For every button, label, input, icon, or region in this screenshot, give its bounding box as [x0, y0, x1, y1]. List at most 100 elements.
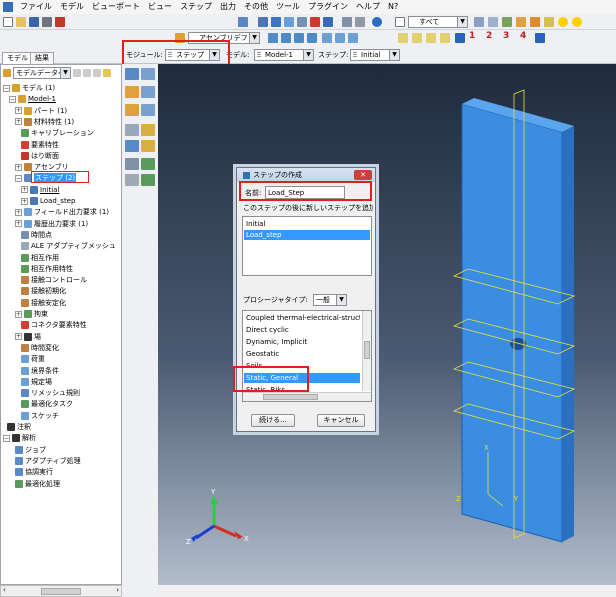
selection-filter-select[interactable]: すべて ▼ — [408, 16, 468, 28]
print-icon[interactable] — [42, 17, 52, 27]
tree-item-calibration[interactable]: キャリブレーション — [21, 128, 94, 138]
tree-item-load[interactable]: 荷重 — [21, 354, 45, 364]
tree-item-interaction[interactable]: 相互作用 — [21, 253, 59, 263]
collapse-icon[interactable]: − — [15, 174, 22, 182]
step-list[interactable]: Initial Load_step — [242, 216, 372, 276]
highlight-icon[interactable] — [516, 17, 526, 27]
menu-context-help[interactable]: N? — [384, 0, 402, 14]
adaptive-controls-icon[interactable] — [125, 140, 139, 152]
expand-icon[interactable]: + — [15, 118, 22, 126]
menu-plugins[interactable]: プラグイン — [304, 0, 352, 14]
tree-item-field[interactable]: + 場 — [15, 332, 41, 342]
render-icon[interactable] — [342, 17, 352, 27]
display-group-icon[interactable] — [530, 17, 540, 27]
triad-small-icon[interactable] — [535, 33, 545, 43]
perspective-icon[interactable] — [355, 17, 365, 27]
scroll-right-icon[interactable]: › — [116, 586, 119, 594]
plate-part[interactable] — [461, 98, 574, 543]
pan-icon[interactable] — [258, 17, 268, 27]
view-iso-icon[interactable] — [322, 33, 332, 43]
expand-icon[interactable]: + — [15, 333, 22, 341]
tree-item-job[interactable]: ジョブ — [15, 445, 46, 455]
tree-item-annotation[interactable]: 注釈 — [7, 422, 31, 432]
color-code-icon[interactable] — [544, 17, 554, 27]
cancel-button[interactable]: キャンセル — [317, 414, 365, 427]
tree-item-initial-step[interactable]: + Initial — [21, 185, 59, 195]
view-left-icon[interactable] — [294, 33, 304, 43]
dialog-close-button[interactable]: ✕ — [354, 170, 372, 180]
triad-icon[interactable] — [455, 33, 465, 43]
view-cycle-2-icon[interactable] — [412, 33, 422, 43]
menu-other[interactable]: その他 — [240, 0, 272, 14]
menu-file[interactable]: ファイル — [16, 0, 56, 14]
menu-tools[interactable]: ツール — [272, 0, 304, 14]
expand-icon[interactable]: + — [15, 163, 22, 171]
tree-item-load-step[interactable]: + Load_step — [21, 196, 75, 206]
list-item[interactable]: Coupled thermal-electrical-structural — [244, 313, 360, 323]
tree-item-history-output[interactable]: + 履歴出力要求 (1) — [15, 219, 88, 229]
collapse-icon[interactable]: − — [9, 95, 16, 103]
tree-item-profile[interactable]: はり断面 — [21, 151, 59, 161]
tree-item-sketch[interactable]: スケッチ — [21, 411, 59, 421]
grid-icon[interactable] — [238, 17, 248, 27]
expand-icon[interactable]: + — [21, 197, 28, 205]
flip-icon[interactable] — [323, 17, 333, 27]
view-manip-icon[interactable] — [572, 17, 582, 27]
tree-item-model[interactable]: − Model-1 — [9, 94, 56, 104]
highlight-tree-icon[interactable] — [103, 69, 111, 77]
procedure-type-select[interactable]: 一般 ▼ — [313, 294, 347, 306]
list-item[interactable]: Direct cyclic — [244, 325, 370, 335]
menu-help[interactable]: ヘルプ — [352, 0, 384, 14]
tree-item-field-output[interactable]: + フィールド出力要求 (1) — [15, 207, 109, 217]
step-select[interactable]: Initial ▼ — [350, 49, 400, 61]
time-points-icon[interactable] — [141, 124, 155, 136]
step-manager-icon[interactable] — [141, 68, 155, 80]
menu-view[interactable]: ビュー — [144, 0, 176, 14]
fit-view-icon[interactable] — [310, 17, 320, 27]
rotate-icon[interactable] — [271, 17, 281, 27]
sort-icon[interactable] — [73, 69, 81, 77]
procedure-list-vscroll[interactable] — [362, 311, 371, 391]
collapse-icon[interactable]: − — [3, 84, 10, 92]
zoom-icon[interactable] — [284, 17, 294, 27]
scroll-left-icon[interactable]: ‹ — [3, 586, 6, 594]
save-icon[interactable] — [29, 17, 39, 27]
adaptive-mesh-icon[interactable] — [125, 124, 139, 136]
tree-item-bc[interactable]: 境界条件 — [21, 366, 59, 376]
expand-icon[interactable]: + — [21, 186, 28, 194]
csys-icon[interactable] — [141, 158, 155, 170]
view-cycle-1-icon[interactable] — [398, 33, 408, 43]
view-number-2[interactable]: 2 — [486, 31, 492, 41]
viewport[interactable]: X Z Y Y X Z — [158, 64, 616, 597]
view-top-icon[interactable] — [335, 33, 345, 43]
menu-model[interactable]: モデル — [56, 0, 88, 14]
scroll-thumb[interactable] — [364, 341, 370, 359]
tree-item-analysis[interactable]: − 解析 — [3, 433, 36, 443]
zoom-box-icon[interactable] — [297, 17, 307, 27]
view-right-icon[interactable] — [307, 33, 317, 43]
expand-all-icon[interactable] — [83, 69, 91, 77]
adaptive-manager-icon[interactable] — [141, 140, 155, 152]
tree-horizontal-scrollbar[interactable]: ‹ › — [0, 585, 122, 597]
tree-item-co-execution[interactable]: 協調実行 — [15, 467, 53, 477]
select-mode-icon[interactable] — [474, 17, 484, 27]
rot-csys-icon[interactable] — [125, 158, 139, 170]
open-folder-icon[interactable] — [16, 17, 26, 27]
query-tool-icon[interactable] — [141, 174, 155, 186]
tree-item-contact-control[interactable]: 接触コントロール — [21, 275, 87, 285]
view-number-3[interactable]: 3 — [503, 31, 509, 41]
select-circle-icon[interactable] — [502, 17, 512, 27]
tree-item-remesh-rule[interactable]: リメッシュ規則 — [21, 388, 80, 398]
view-bottom-icon[interactable] — [348, 33, 358, 43]
tree-item-interaction-property[interactable]: 相互作用特性 — [21, 264, 73, 274]
tree-view-select[interactable]: モデルデータベ ▼ — [13, 67, 71, 79]
tree-item-connector-section[interactable]: コネクタ要素特性 — [21, 320, 87, 330]
tree-item-material[interactable]: + 材料特性 (1) — [15, 117, 74, 127]
procedure-list-hscroll[interactable] — [243, 392, 371, 401]
tree-item-time-points[interactable]: 時間点 — [21, 230, 52, 240]
tree-item-predefined-field[interactable]: 規定場 — [21, 377, 52, 387]
tab-model[interactable]: モデル — [2, 52, 33, 64]
list-item[interactable]: Dynamic, Implicit — [244, 337, 370, 347]
expand-icon[interactable]: + — [15, 107, 22, 115]
field-output-create-icon[interactable] — [125, 86, 139, 98]
